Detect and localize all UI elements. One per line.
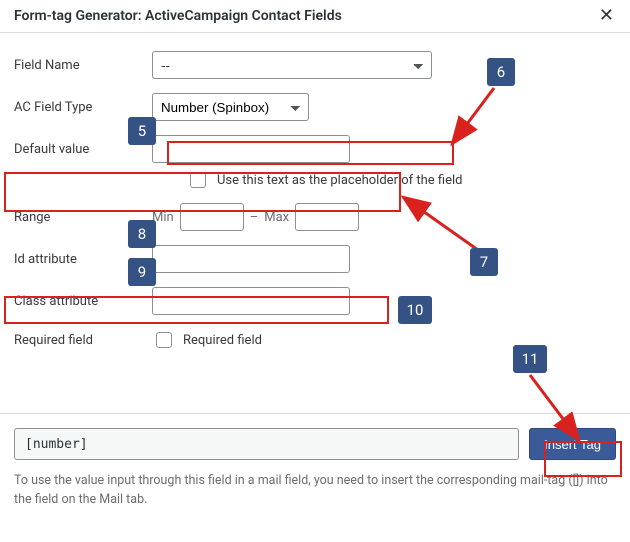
class-attribute-input[interactable]	[152, 287, 350, 315]
range-min-input[interactable]	[180, 203, 244, 231]
badge-10: 10	[398, 296, 432, 324]
badge-7: 7	[470, 248, 498, 276]
badge-8: 8	[128, 220, 156, 248]
range-dash: –	[250, 210, 259, 225]
placeholder-checkbox-label: Use this text as the placeholder of the …	[217, 173, 462, 188]
row-default-value: Default value	[14, 135, 616, 163]
dialog-footer: Insert Tag To use the value input throug…	[0, 413, 630, 528]
label-class-attribute: Class attribute	[14, 294, 152, 309]
badge-6: 6	[487, 58, 515, 86]
id-attribute-input[interactable]	[152, 245, 350, 273]
max-label: Max	[264, 210, 289, 225]
ac-field-type-select[interactable]: Number (Spinbox)	[152, 93, 309, 121]
row-id-attribute: Id attribute	[14, 245, 616, 273]
generated-tag-input[interactable]	[14, 428, 519, 460]
form-tag-generator-dialog: Form-tag Generator: ActiveCampaign Conta…	[0, 0, 630, 528]
badge-11: 11	[513, 345, 547, 373]
default-value-input[interactable]	[152, 135, 350, 163]
insert-tag-button[interactable]: Insert Tag	[529, 428, 616, 460]
label-ac-field-type: AC Field Type	[14, 100, 152, 115]
row-class-attribute: Class attribute	[14, 287, 616, 315]
row-ac-field-type: AC Field Type Number (Spinbox)	[14, 93, 616, 121]
required-checkbox-label: Required field	[183, 333, 262, 348]
row-range: Range Min – Max	[14, 203, 616, 231]
tag-row: Insert Tag	[14, 428, 616, 460]
label-required-field: Required field	[14, 333, 152, 348]
footer-hint: To use the value input through this fiel…	[14, 472, 616, 510]
range-max-input[interactable]	[295, 203, 359, 231]
row-field-name: Field Name --	[14, 51, 616, 79]
close-icon[interactable]: ✕	[595, 7, 618, 25]
field-name-select[interactable]: --	[152, 51, 432, 79]
required-checkbox[interactable]	[156, 332, 172, 348]
label-field-name: Field Name	[14, 58, 152, 73]
placeholder-checkbox[interactable]	[190, 172, 206, 188]
badge-5: 5	[128, 117, 156, 145]
row-placeholder-checkbox: Use this text as the placeholder of the …	[186, 169, 616, 191]
dialog-header: Form-tag Generator: ActiveCampaign Conta…	[0, 0, 630, 33]
badge-9: 9	[128, 258, 156, 286]
dialog-title: Form-tag Generator: ActiveCampaign Conta…	[14, 8, 342, 24]
